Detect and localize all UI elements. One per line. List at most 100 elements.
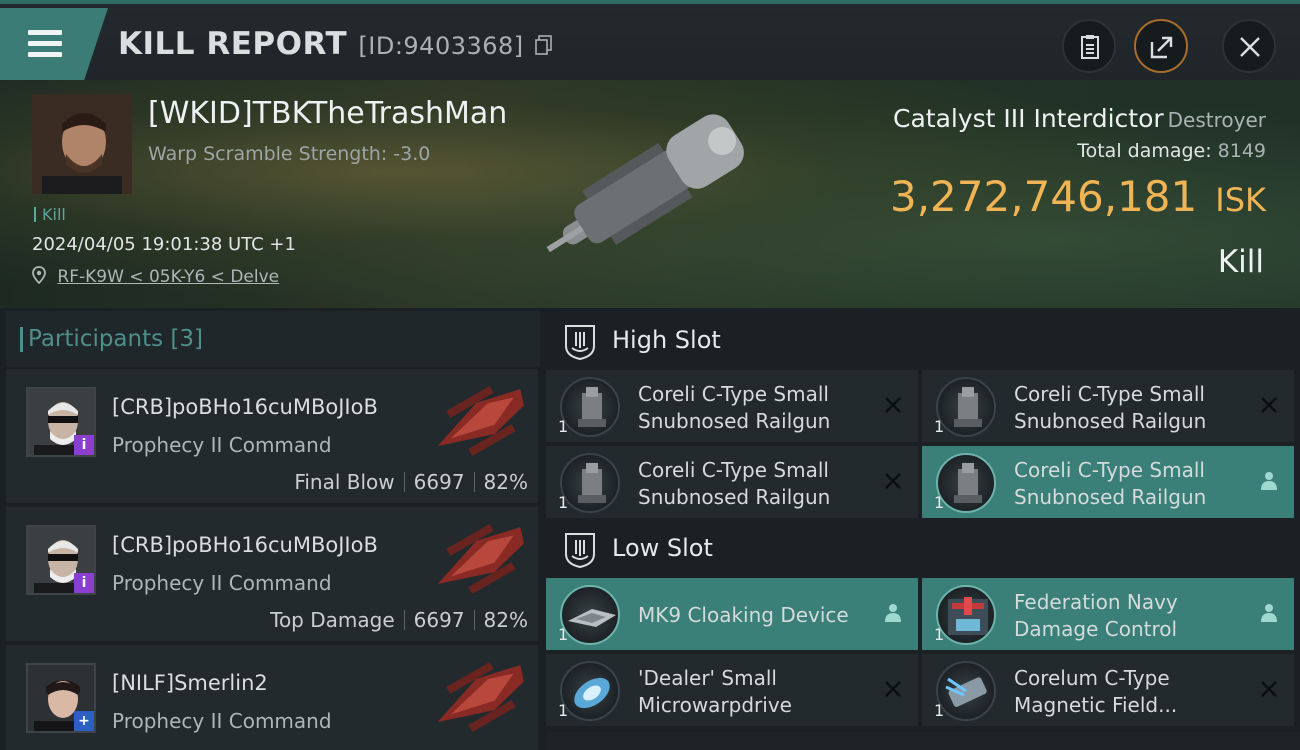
participants-label: Participants [3] — [20, 326, 203, 352]
module-name-line2: Snubnosed Railgun — [1014, 409, 1207, 433]
kill-tag: Kill — [34, 205, 66, 224]
close-button[interactable] — [1222, 19, 1276, 73]
railgun-icon — [936, 377, 996, 437]
participant-damage: 6697 — [413, 470, 465, 494]
victim-stat: Warp Scramble Strength: -3.0 — [148, 143, 431, 165]
corp-badge: i — [74, 435, 94, 455]
avatar[interactable]: i — [26, 387, 96, 457]
module-name: Corelum C-Type Magnetic Field... — [1014, 665, 1234, 719]
pilot-portrait-image — [32, 94, 132, 194]
module-quantity: 1 — [934, 493, 945, 512]
module-quantity: 1 — [558, 417, 569, 436]
avatar[interactable]: i — [26, 525, 96, 595]
participant-ship: Prophecy II Command — [112, 709, 332, 733]
module-name-line1: Coreli C-Type Small — [1014, 458, 1205, 482]
participant-role: Final Blow — [294, 470, 395, 494]
low-slot-label: Low Slot — [612, 534, 713, 562]
total-damage-label: Total damage: — [1077, 140, 1212, 162]
isk-unit: ISK — [1215, 181, 1266, 219]
module-name-line1: Corelum C-Type — [1014, 666, 1170, 690]
clipboard-icon — [1081, 35, 1099, 59]
total-damage: Total damage: 8149 — [1077, 140, 1266, 162]
dropped-person-icon — [1261, 472, 1277, 490]
participant-ship-image — [437, 385, 524, 457]
kill-id: [ID:9403368] — [358, 32, 524, 60]
participant-name[interactable]: [CRB]poBHo16cuMBoJIoB — [112, 395, 378, 419]
participant-row[interactable]: + [NILF]Smerlin2 Prophecy II Command — [6, 645, 538, 750]
railgun-icon — [560, 453, 620, 513]
module-quantity: 1 — [934, 417, 945, 436]
module-name-line2: Snubnosed Railgun — [638, 485, 831, 509]
participant-ship-image — [437, 523, 524, 595]
module-item[interactable]: 1 'Dealer' Small Microwarpdrive — [546, 654, 918, 726]
participant-name[interactable]: [CRB]poBHo16cuMBoJIoB — [112, 533, 378, 557]
stat-divider — [403, 610, 405, 630]
module-name: Coreli C-Type Small Snubnosed Railgun — [638, 381, 858, 435]
page-title-text: KILL REPORT — [118, 26, 348, 62]
location-link[interactable]: RF-K9W < 05K-Y6 < Delve — [57, 267, 279, 287]
module-name-line1: Coreli C-Type Small — [638, 382, 829, 406]
participant-name[interactable]: [NILF]Smerlin2 — [112, 671, 268, 695]
module-name: Coreli C-Type Small Snubnosed Railgun — [1014, 381, 1234, 435]
corp-badge: + — [74, 711, 94, 731]
participants-header: Participants [3] — [6, 311, 540, 367]
report-button[interactable] — [1062, 19, 1116, 73]
victim-name[interactable]: [WKID]TBKTheTrashMan — [148, 96, 507, 131]
share-icon — [1150, 36, 1173, 59]
kill-location[interactable]: RF-K9W < 05K-Y6 < Delve — [32, 266, 279, 287]
damage-control-icon — [936, 585, 996, 645]
low-slot-icon — [565, 533, 595, 568]
isk-amount: 3,272,746,181 — [889, 172, 1198, 221]
module-name-line2: Snubnosed Railgun — [638, 409, 831, 433]
module-item[interactable]: 1 Coreli C-Type Small Snubnosed Railgun — [546, 446, 918, 518]
module-item[interactable]: 1 Coreli C-Type Small Snubnosed Railgun — [922, 370, 1294, 442]
ship-title: Catalyst III Interdictor Destroyer — [893, 104, 1266, 133]
participant-damage: 6697 — [413, 608, 465, 632]
module-name-line1: Coreli C-Type Small — [638, 458, 829, 482]
high-slot-icon — [565, 325, 595, 360]
module-item[interactable]: 1 MK9 Cloaking Device — [546, 578, 918, 650]
stat-divider — [473, 472, 475, 492]
victim-portrait[interactable] — [32, 94, 132, 194]
module-name-line1: Federation Navy — [1014, 590, 1178, 614]
kill-datetime: 2024/04/05 19:01:38 UTC +1 — [32, 234, 296, 255]
share-button[interactable] — [1134, 19, 1188, 73]
module-name-line1: Coreli C-Type Small — [1014, 382, 1205, 406]
menu-button[interactable] — [0, 8, 108, 80]
destroyed-icon — [1261, 681, 1277, 697]
destroyed-icon — [885, 397, 901, 413]
module-item[interactable]: 1 Corelum C-Type Magnetic Field... — [922, 654, 1294, 726]
participant-row[interactable]: i [CRB]poBHo16cuMBoJIoB Prophecy II Comm… — [6, 507, 538, 641]
module-name-line2: Damage Control — [1014, 617, 1178, 641]
victim-ship-image[interactable] — [530, 106, 770, 266]
stat-divider — [403, 472, 405, 492]
module-name: MK9 Cloaking Device — [638, 603, 849, 627]
module-quantity: 1 — [934, 701, 945, 720]
module-item[interactable]: 1 Federation Navy Damage Control — [922, 578, 1294, 650]
cloak-icon — [560, 585, 620, 645]
module-name: Coreli C-Type Small Snubnosed Railgun — [1014, 457, 1234, 511]
avatar[interactable]: + — [26, 663, 96, 733]
module-item[interactable]: 1 Coreli C-Type Small Snubnosed Railgun — [546, 370, 918, 442]
module-item[interactable]: 1 Coreli C-Type Small Snubnosed Railgun — [922, 446, 1294, 518]
module-name-line2: Microwarpdrive — [638, 693, 792, 717]
participant-percent: 82% — [483, 608, 528, 632]
copy-icon[interactable] — [535, 35, 553, 55]
participant-ship: Prophecy II Command — [112, 571, 332, 595]
ship-class: Destroyer — [1167, 108, 1266, 132]
corp-badge: i — [74, 573, 94, 593]
module-name: Federation Navy Damage Control — [1014, 589, 1234, 643]
module-quantity: 1 — [934, 625, 945, 644]
participant-row[interactable]: i [CRB]poBHo16cuMBoJIoB Prophecy II Comm… — [6, 369, 538, 503]
dropped-person-icon — [1261, 604, 1277, 622]
railgun-icon — [936, 453, 996, 513]
result-label: Kill — [1217, 244, 1264, 280]
module-name-line2: Snubnosed Railgun — [1014, 485, 1207, 509]
module-name: 'Dealer' Small Microwarpdrive — [638, 665, 858, 719]
module-name-line2: Magnetic Field... — [1014, 693, 1178, 717]
ship-name[interactable]: Catalyst III Interdictor — [893, 104, 1164, 133]
victim-panel: [WKID]TBKTheTrashMan Warp Scramble Stren… — [0, 80, 1300, 308]
total-damage-value: 8149 — [1217, 140, 1266, 162]
microwarpdrive-icon — [560, 661, 620, 721]
dropped-person-icon — [885, 604, 901, 622]
